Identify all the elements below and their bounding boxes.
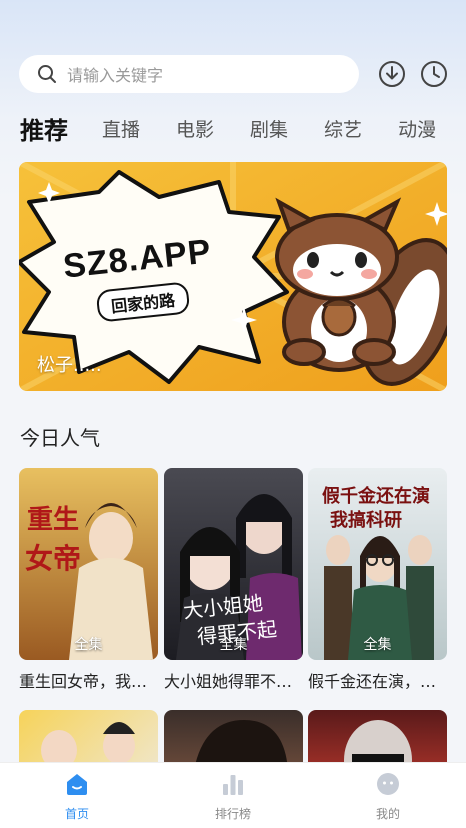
search-icon: [38, 65, 56, 83]
profile-icon: [377, 773, 399, 795]
nav-label: 我的: [375, 807, 400, 821]
list-item[interactable]: 重生 女帝 全集 重生回女帝，我…: [19, 468, 158, 692]
popular-list-row-2: [19, 710, 447, 770]
list-item[interactable]: 假千金还在演 我搞科研 全集 假千金还在演，…: [308, 468, 447, 692]
nav-home[interactable]: 首页: [37, 771, 117, 822]
home-icon: [67, 774, 87, 795]
poster-image: 假千金还在演 我搞科研 全集: [308, 468, 447, 660]
banner[interactable]: SZ8.APP 回家的路 松子.....: [19, 162, 447, 391]
search-row: 请输入关键字: [19, 55, 449, 93]
tab-series[interactable]: 剧集: [250, 115, 288, 142]
bottom-nav: 首页 排行榜 我的: [0, 762, 466, 828]
nav-label: 排行榜: [214, 807, 251, 821]
poster-image[interactable]: [164, 710, 303, 770]
svg-text:我搞科研: 我搞科研: [330, 509, 402, 531]
nav-ranking[interactable]: 排行榜: [193, 771, 273, 822]
tab-live[interactable]: 直播: [102, 115, 140, 142]
poster-image: 重生 女帝 全集: [19, 468, 158, 660]
episode-badge: 全集: [219, 637, 248, 653]
episode-badge: 全集: [74, 637, 103, 653]
card-title: 重生回女帝，我…: [19, 672, 148, 691]
search-input[interactable]: 请输入关键字: [19, 55, 359, 93]
svg-text:女帝: 女帝: [25, 542, 81, 575]
tab-recommend[interactable]: 推荐: [20, 111, 68, 146]
banner-caption: 松子.....: [37, 355, 102, 376]
nav-label: 首页: [64, 807, 89, 821]
popular-list: 重生 女帝 全集 重生回女帝，我… 大小姐她 得罪不起 全集 大小姐她得罪不… …: [19, 468, 447, 698]
card-title: 假千金还在演，…: [308, 672, 437, 691]
ranking-icon: [223, 775, 243, 795]
download-icon[interactable]: [377, 59, 407, 89]
nav-profile[interactable]: 我的: [348, 771, 428, 822]
svg-text:假千金还在演: 假千金还在演: [322, 485, 430, 507]
card-title: 大小姐她得罪不…: [164, 672, 293, 691]
poster-image: 大小姐她 得罪不起 全集: [164, 468, 303, 660]
list-item[interactable]: 大小姐她 得罪不起 全集 大小姐她得罪不…: [164, 468, 303, 692]
history-icon[interactable]: [419, 59, 449, 89]
tab-variety[interactable]: 综艺: [324, 115, 362, 142]
section-title: 今日人气: [20, 426, 100, 450]
search-placeholder: 请输入关键字: [67, 66, 164, 85]
tab-anime[interactable]: 动漫: [398, 115, 436, 142]
poster-image[interactable]: [19, 710, 158, 770]
poster-image[interactable]: [308, 710, 447, 770]
category-tabs: 推荐 直播 电影 剧集 综艺 动漫: [20, 110, 466, 146]
svg-text:重生: 重生: [27, 505, 79, 535]
tab-movie[interactable]: 电影: [176, 115, 214, 142]
episode-badge: 全集: [363, 637, 392, 653]
